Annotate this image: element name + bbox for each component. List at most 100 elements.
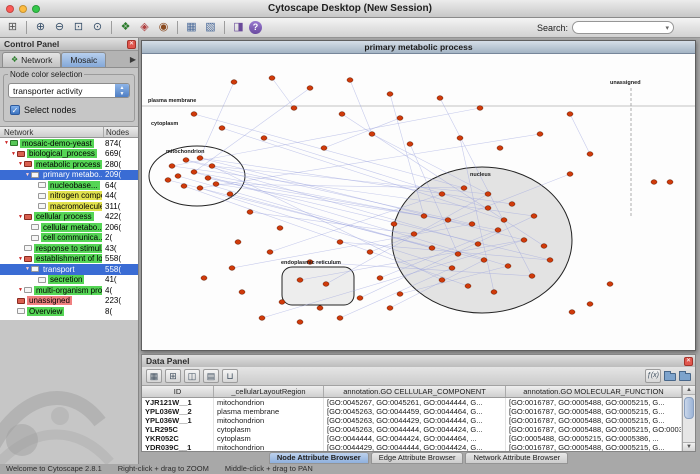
tree-item-icon bbox=[24, 161, 32, 167]
tree-row[interactable]: response to stimul...43( bbox=[0, 243, 138, 254]
formula-builder-icon[interactable]: ƒ(x) bbox=[645, 369, 661, 383]
tree-row[interactable]: unassigned223( bbox=[0, 296, 138, 307]
tree-row[interactable]: ▼primary metabo...209( bbox=[0, 170, 138, 181]
tree-item-label: Overview bbox=[27, 307, 64, 316]
table-row[interactable]: YPL036W__1mitochondrion[GO:0045263, GO:0… bbox=[142, 416, 682, 425]
tree-column-header: Network Nodes bbox=[0, 126, 138, 138]
tree-row[interactable]: secretion41( bbox=[0, 275, 138, 286]
expand-arrow-icon[interactable]: ▼ bbox=[3, 140, 10, 146]
window-icon[interactable]: ⊞ bbox=[4, 20, 21, 36]
tab-mosaic[interactable]: Mosaic bbox=[61, 52, 106, 67]
tab-network-label: Network bbox=[21, 53, 52, 67]
tree-row[interactable]: ▼biological_process669( bbox=[0, 149, 138, 160]
tree-row[interactable]: nucleobase...64( bbox=[0, 180, 138, 191]
node-color-dropdown[interactable]: transporter activity ▲▼ bbox=[8, 83, 130, 98]
zoom-out-icon[interactable]: ⊖ bbox=[51, 20, 68, 36]
main-toolbar: ⊞⊕⊖⊡⊙❖◈◉▦▧◨? Search: ▾ bbox=[0, 18, 700, 38]
expand-arrow-icon[interactable]: ▼ bbox=[17, 214, 24, 220]
table-row[interactable]: YDR039C__1mitochondrion[GO:0044429, GO:0… bbox=[142, 443, 682, 451]
tree-item-count: 669( bbox=[105, 149, 121, 158]
network-window-title[interactable]: primary metabolic process bbox=[142, 41, 695, 54]
expand-arrow-icon[interactable]: ▼ bbox=[24, 266, 31, 272]
tree-row[interactable]: ▼cellular process422( bbox=[0, 212, 138, 223]
tree-row[interactable]: macromolecule...311( bbox=[0, 201, 138, 212]
column-header[interactable]: ID bbox=[142, 386, 214, 397]
table-row[interactable]: YJR121W__1mitochondrion[GO:0045267, GO:0… bbox=[142, 398, 682, 407]
table-row[interactable]: YPL036W__2plasma membrane[GO:0045263, GO… bbox=[142, 407, 682, 416]
tree-row[interactable]: cell communica...2( bbox=[0, 233, 138, 244]
tab-overflow-arrow-icon[interactable]: ▶ bbox=[130, 55, 136, 64]
select-nodes-checkbox[interactable]: ✓ bbox=[10, 105, 20, 115]
create-network-icon[interactable]: ◈ bbox=[136, 20, 153, 36]
expand-arrow-icon[interactable]: ▼ bbox=[17, 256, 24, 262]
expand-arrow-icon[interactable]: ▼ bbox=[10, 151, 17, 157]
expand-arrow-icon[interactable]: ▼ bbox=[24, 172, 31, 178]
search-box[interactable]: ▾ bbox=[572, 21, 674, 34]
help-icon[interactable]: ? bbox=[249, 21, 262, 34]
table-row[interactable]: YLR295Ccytoplasm[GO:0045263, GO:0044444,… bbox=[142, 425, 682, 434]
column-header[interactable]: annotation.GO MOLECULAR_FUNCTION bbox=[506, 386, 682, 397]
table-cell: [GO:0045263, GO:0044429, GO:0044444, G..… bbox=[324, 416, 506, 425]
tab-node-attribute-browser[interactable]: Node Attribute Browser bbox=[269, 452, 369, 464]
tab-network-attribute-browser[interactable]: Network Attribute Browser bbox=[465, 452, 568, 464]
annotation-icon[interactable]: ▦ bbox=[183, 20, 200, 36]
expand-arrow-icon[interactable]: ▼ bbox=[17, 287, 24, 293]
table-cell: [GO:0016787, GO:0005488, GO:0005215, G..… bbox=[506, 416, 682, 425]
tree-row[interactable]: ▼multi-organism pro...4( bbox=[0, 285, 138, 296]
tree-row[interactable]: ▼metabolic process280( bbox=[0, 159, 138, 170]
network-icon[interactable]: ❖ bbox=[117, 20, 134, 36]
search-input[interactable] bbox=[577, 23, 665, 32]
tree-row[interactable]: cellular metabo...206( bbox=[0, 222, 138, 233]
scrollbar-thumb[interactable] bbox=[684, 397, 694, 419]
close-data-panel-icon[interactable]: ✕ bbox=[684, 357, 693, 366]
tab-network[interactable]: ❖ Network bbox=[2, 52, 61, 67]
scroll-up-icon[interactable]: ▲ bbox=[683, 386, 695, 395]
vizmapper-icon[interactable]: ◨ bbox=[230, 20, 247, 36]
tree-column-network[interactable]: Network bbox=[0, 127, 104, 137]
attribute-select-icon[interactable]: ▦ bbox=[146, 369, 162, 383]
table-cell: [GO:0016787, GO:0005488, GO:0005215, GO:… bbox=[506, 425, 682, 434]
tree-row[interactable]: nitrogen compo...44( bbox=[0, 191, 138, 202]
tab-edge-attribute-browser[interactable]: Edge Attribute Browser bbox=[371, 452, 464, 464]
network-view-window: primary metabolic process plasma membran… bbox=[141, 40, 696, 351]
copy-attribute-icon[interactable]: ◫ bbox=[184, 369, 200, 383]
tree-item-count: 311( bbox=[105, 202, 120, 211]
column-header[interactable]: annotation.GO CELLULAR_COMPONENT bbox=[324, 386, 506, 397]
import-network-icon[interactable]: ◉ bbox=[155, 20, 172, 36]
tree-item-count: 209( bbox=[105, 170, 121, 179]
svg-text:unassigned: unassigned bbox=[610, 80, 641, 86]
table-cell: [GO:0016787, GO:0005488, GO:0005215, G..… bbox=[506, 443, 682, 451]
chevron-down-icon[interactable]: ▾ bbox=[665, 24, 669, 32]
new-attribute-icon[interactable]: ⊞ bbox=[165, 369, 181, 383]
list-attribute-icon[interactable]: ▤ bbox=[203, 369, 219, 383]
add-annotation-icon[interactable]: ▧ bbox=[202, 20, 219, 36]
tree-row[interactable]: ▼mosaic-demo-yeast874( bbox=[0, 138, 138, 149]
import-folder-icon[interactable] bbox=[679, 373, 691, 381]
table-cell: [GO:0045263, GO:0044459, GO:0044464, G..… bbox=[324, 407, 506, 416]
delete-attribute-icon[interactable]: ⊔ bbox=[222, 369, 238, 383]
table-cell: mitochondrion bbox=[214, 416, 324, 425]
table-scrollbar[interactable]: ▲ ▼ bbox=[682, 386, 695, 451]
zoom-window-button[interactable] bbox=[32, 5, 40, 13]
expand-arrow-icon[interactable]: ▼ bbox=[17, 161, 24, 167]
network-canvas[interactable]: plasma membranecytoplasmmitochondrionnuc… bbox=[142, 54, 695, 350]
open-folder-icon[interactable] bbox=[664, 373, 676, 381]
zoom-selected-icon[interactable]: ⊡ bbox=[70, 20, 87, 36]
attribute-browser-tabs: Node Attribute Browser Edge Attribute Br… bbox=[141, 452, 696, 464]
tree-row[interactable]: ▼transport558( bbox=[0, 264, 138, 275]
tree-row[interactable]: Overview8( bbox=[0, 306, 138, 317]
close-panel-icon[interactable]: ✕ bbox=[127, 40, 136, 49]
tree-column-nodes[interactable]: Nodes bbox=[104, 127, 138, 137]
tree-row[interactable]: ▼establishment of lo...558( bbox=[0, 254, 138, 265]
column-header[interactable]: _cellularLayoutRegion bbox=[214, 386, 324, 397]
scroll-down-icon[interactable]: ▼ bbox=[683, 442, 695, 451]
table-cell: [GO:0016787, GO:0005488, GO:0005215, G..… bbox=[506, 407, 682, 416]
zoom-fit-icon[interactable]: ⊙ bbox=[89, 20, 106, 36]
select-nodes-label: Select nodes bbox=[24, 105, 76, 115]
table-row[interactable]: YKR052Ccytoplasm[GO:0044444, GO:0044424,… bbox=[142, 434, 682, 443]
close-window-button[interactable] bbox=[6, 5, 14, 13]
dropdown-arrows-icon[interactable]: ▲▼ bbox=[115, 84, 129, 97]
zoom-in-icon[interactable]: ⊕ bbox=[32, 20, 49, 36]
minimize-window-button[interactable] bbox=[19, 5, 27, 13]
tree-item-count: 2( bbox=[105, 233, 112, 242]
